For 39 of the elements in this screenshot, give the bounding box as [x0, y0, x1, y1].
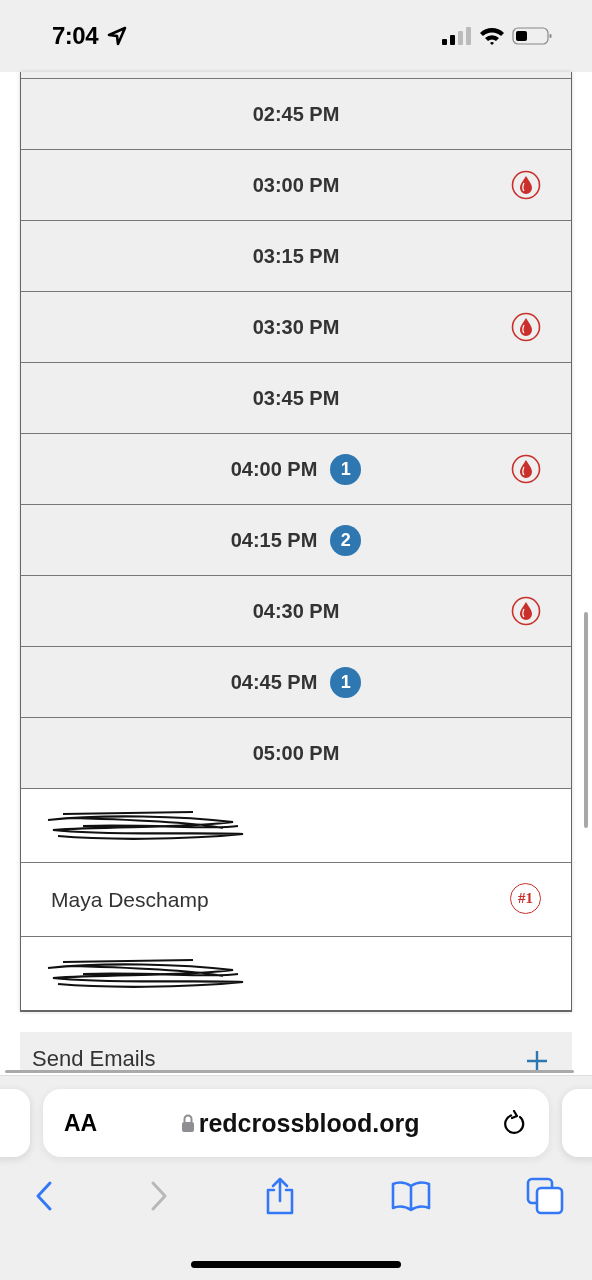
- slot-time: 03:45 PM: [252, 386, 340, 410]
- send-emails-label: Send Emails: [32, 1046, 156, 1072]
- slot-time: 04:30 PM: [252, 599, 340, 623]
- slot-time: 03:30 PM: [252, 315, 340, 339]
- time-slot-row[interactable]: 03:30 PM: [21, 292, 571, 363]
- battery-icon: [512, 26, 552, 46]
- person-name: Maya Deschamp: [51, 887, 209, 912]
- signal-icon: [442, 26, 472, 46]
- share-icon[interactable]: [264, 1177, 296, 1215]
- time-slot-row[interactable]: 02:45 PM: [21, 79, 571, 150]
- slot-time: 03:00 PM: [252, 173, 340, 197]
- slot-time: 05:00 PM: [252, 741, 340, 765]
- slot-time: 03:15 PM: [252, 244, 340, 268]
- time-slot-row[interactable]: 03:00 PM: [21, 150, 571, 221]
- lock-icon: [180, 1114, 195, 1132]
- time-slot-row[interactable]: 05:00 PM: [21, 718, 571, 789]
- slot-time: 04:15 PM: [230, 528, 318, 552]
- count-badge: 2: [330, 524, 362, 556]
- address-bar[interactable]: AA redcrossblood.org: [43, 1089, 549, 1157]
- time-slot-row[interactable]: 04:45 PM 1: [21, 647, 571, 718]
- slot-time: 04:45 PM: [230, 670, 318, 694]
- status-time: 7:04: [52, 22, 99, 50]
- count-badge: 1: [330, 453, 362, 485]
- back-icon[interactable]: [34, 1180, 54, 1212]
- time-slot-row[interactable]: 03:15 PM: [21, 221, 571, 292]
- slot-time: 02:45 PM: [252, 102, 340, 126]
- url-text: redcrossblood.org: [198, 1108, 420, 1138]
- reload-icon[interactable]: [503, 1110, 527, 1136]
- time-slot-row[interactable]: 04:00 PM 1: [21, 434, 571, 505]
- count-badge: 1: [330, 666, 362, 698]
- wifi-icon: [479, 26, 505, 46]
- add-icon[interactable]: [526, 1050, 548, 1072]
- slot-time: 04:00 PM: [230, 457, 318, 481]
- bookmarks-icon[interactable]: [391, 1180, 431, 1212]
- time-slot-row[interactable]: 04:30 PM: [21, 576, 571, 647]
- tabs-icon[interactable]: [526, 1177, 564, 1215]
- text-size-button[interactable]: AA: [64, 1109, 98, 1137]
- time-slot-row[interactable]: 03:45 PM: [21, 363, 571, 434]
- time-slot-row[interactable]: 04:15 PM 2: [21, 505, 571, 576]
